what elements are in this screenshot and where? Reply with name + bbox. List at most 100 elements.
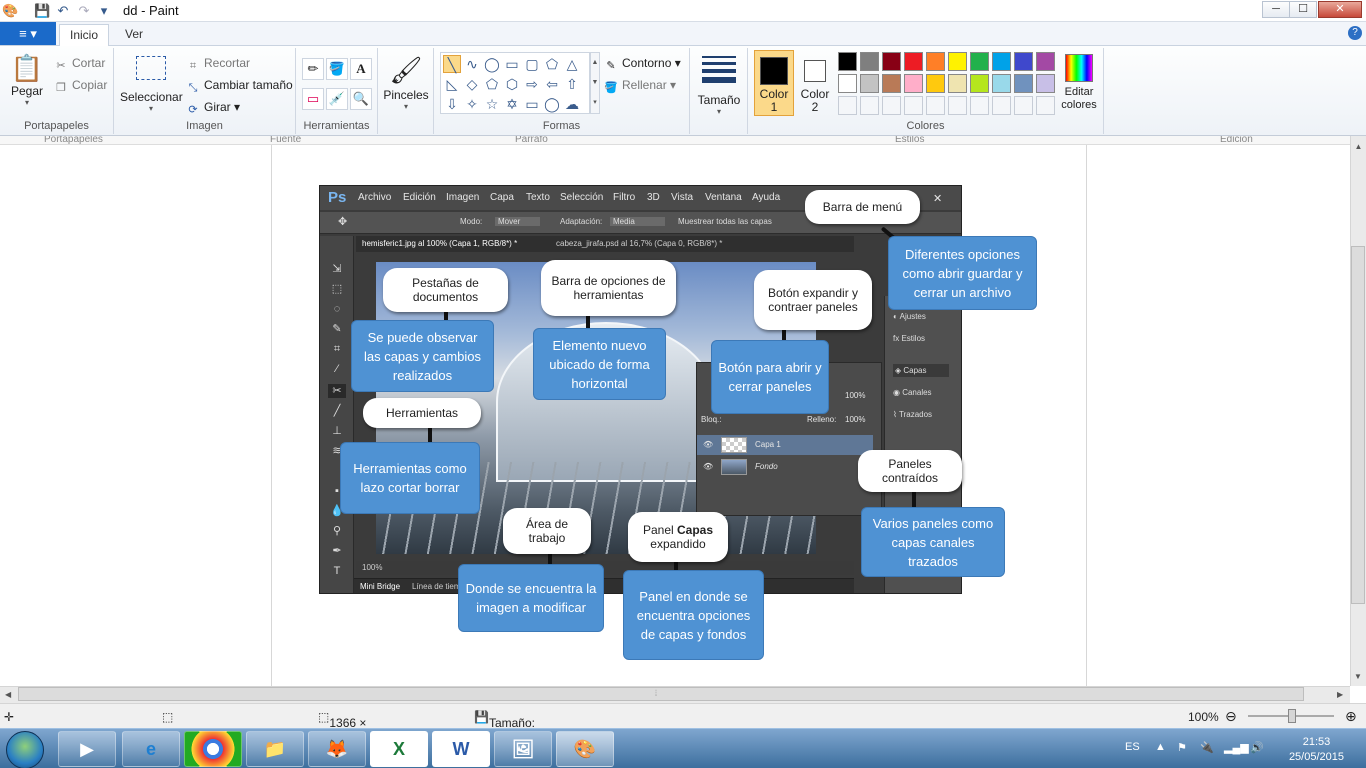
color-swatch[interactable] [926,96,945,115]
color-swatch[interactable] [882,96,901,115]
color-swatch[interactable] [860,52,879,71]
size-button[interactable]: Tamaño ▾ [694,52,744,116]
zoom-slider-thumb[interactable] [1288,709,1296,723]
zoom-in-button[interactable]: ⊕ [1345,708,1357,725]
color-swatch[interactable] [1036,52,1055,71]
select-button[interactable]: Seleccionar ▾ [120,52,183,113]
color-swatch[interactable] [1036,74,1055,93]
arrow-right-shape-icon[interactable]: ⇨ [523,75,541,93]
callout-oval-shape-icon[interactable]: ◯ [543,95,561,113]
color-swatch[interactable] [970,74,989,93]
internet-explorer-icon[interactable]: e [122,731,180,767]
color-swatch[interactable] [904,74,923,93]
language-indicator[interactable]: ES [1125,741,1140,753]
scroll-left-icon[interactable]: ◀ [5,690,11,699]
maximize-button[interactable]: ☐ [1289,1,1317,18]
power-icon[interactable]: 🔌 [1200,741,1214,754]
color-picker-icon[interactable]: 💉 [326,88,348,110]
paint-taskbar-icon[interactable]: 🎨 [556,731,614,767]
vertical-scroll-thumb[interactable] [1351,246,1365,604]
save-icon[interactable]: 💾 [34,3,50,19]
color-swatch[interactable] [904,52,923,71]
color-swatch[interactable] [1036,96,1055,115]
star5-shape-icon[interactable]: ☆ [483,95,501,113]
color-swatch[interactable] [860,96,879,115]
polygon-shape-icon[interactable]: ⬠ [543,55,561,73]
horizontal-scroll-thumb[interactable]: ⦙ [18,687,1304,701]
paint-app-icon[interactable]: 🎨 [2,3,18,19]
color-swatch[interactable] [904,96,923,115]
quick-access-dropdown-icon[interactable]: ▾ [96,3,112,19]
color-swatch[interactable] [926,52,945,71]
triangle-shape-icon[interactable]: △ [563,55,581,73]
tray-expand-icon[interactable]: ▲ [1155,741,1166,753]
shapes-scroll[interactable]: ▲ ▼ ▾ [590,52,600,114]
photo-viewer-icon[interactable]: 🖼 [494,731,552,767]
color-swatch[interactable] [992,74,1011,93]
copy-button[interactable]: ❐ Copiar [54,78,107,95]
color-swatch[interactable] [970,96,989,115]
pencil-icon[interactable]: ✏ [302,58,324,80]
hexagon-shape-icon[interactable]: ⬡ [503,75,521,93]
color-swatch[interactable] [970,52,989,71]
color-swatch[interactable] [860,74,879,93]
fill-button[interactable]: 🪣 Rellenar ▾ [604,78,676,95]
color-swatch[interactable] [1014,52,1033,71]
close-button[interactable]: ✕ [1318,1,1362,18]
arrow-left-shape-icon[interactable]: ⇦ [543,75,561,93]
eraser-icon[interactable]: ▭ [302,88,324,110]
tab-ver[interactable]: Ver [115,24,153,46]
rectangle-shape-icon[interactable]: ▭ [503,55,521,73]
edit-colors-button[interactable]: Editar colores [1058,52,1100,112]
color-swatch[interactable] [992,52,1011,71]
network-icon[interactable]: ▂▄▆ [1224,741,1249,754]
color-swatch[interactable] [882,74,901,93]
line-shape-icon[interactable]: ╲ [443,55,461,73]
color-swatch[interactable] [1014,96,1033,115]
arrow-up-shape-icon[interactable]: ⇧ [563,75,581,93]
rounded-rect-shape-icon[interactable]: ▢ [523,55,541,73]
color-swatch[interactable] [992,96,1011,115]
pentagon-shape-icon[interactable]: ⬠ [483,75,501,93]
brushes-button[interactable]: 🖌 Pinceles ▾ [382,52,430,111]
cut-button[interactable]: ✂ Cortar [54,56,105,73]
resize-button[interactable]: ⤡ Cambiar tamaño [186,78,293,95]
undo-icon[interactable]: ↶ [55,3,71,19]
color2-button[interactable]: Color 2 [798,50,832,116]
color-swatch[interactable] [838,52,857,71]
outline-button[interactable]: ✎ Contorno ▾ [604,56,680,73]
color-swatch[interactable] [838,96,857,115]
redo-icon[interactable]: ↷ [76,3,92,19]
cloud-shape-icon[interactable]: ☁ [563,95,581,113]
help-icon[interactable]: ? [1348,26,1362,40]
color-swatch[interactable] [838,74,857,93]
color-swatch[interactable] [926,74,945,93]
curve-shape-icon[interactable]: ∿ [463,55,481,73]
scroll-down-icon[interactable]: ▼ [1354,672,1362,681]
color1-button[interactable]: Color 1 [754,50,794,116]
firefox-icon[interactable]: 🦊 [308,731,366,767]
volume-icon[interactable]: 🔊 [1250,741,1264,754]
diamond-shape-icon[interactable]: ◇ [463,75,481,93]
chrome-icon[interactable] [184,731,242,767]
rotate-button[interactable]: ⟳ Girar ▾ [186,100,240,117]
file-explorer-icon[interactable]: 📁 [246,731,304,767]
zoom-out-button[interactable]: ⊖ [1225,708,1237,725]
arrow-down-shape-icon[interactable]: ⇩ [443,95,461,113]
color-swatch[interactable] [948,74,967,93]
right-triangle-shape-icon[interactable]: ◺ [443,75,461,93]
shapes-gallery[interactable]: ╲ ∿ ◯ ▭ ▢ ⬠ △ ◺ ◇ ⬠ ⬡ ⇨ ⇦ ⇧ ⇩ ✧ ☆ ✡ ▭ ◯ … [440,52,590,114]
color-swatch[interactable] [882,52,901,71]
color-swatch[interactable] [1014,74,1033,93]
oval-shape-icon[interactable]: ◯ [483,55,501,73]
tab-inicio[interactable]: Inicio [59,24,110,46]
color-swatch[interactable] [948,96,967,115]
fill-bucket-icon[interactable]: 🪣 [326,58,348,80]
start-button[interactable] [6,731,44,768]
text-tool-icon[interactable]: A [350,58,372,80]
file-menu-button[interactable]: ≡ ▾ [0,22,56,45]
star4-shape-icon[interactable]: ✧ [463,95,481,113]
excel-icon[interactable]: X [370,731,428,767]
star6-shape-icon[interactable]: ✡ [503,95,521,113]
magnifier-icon[interactable]: 🔍 [350,88,372,110]
